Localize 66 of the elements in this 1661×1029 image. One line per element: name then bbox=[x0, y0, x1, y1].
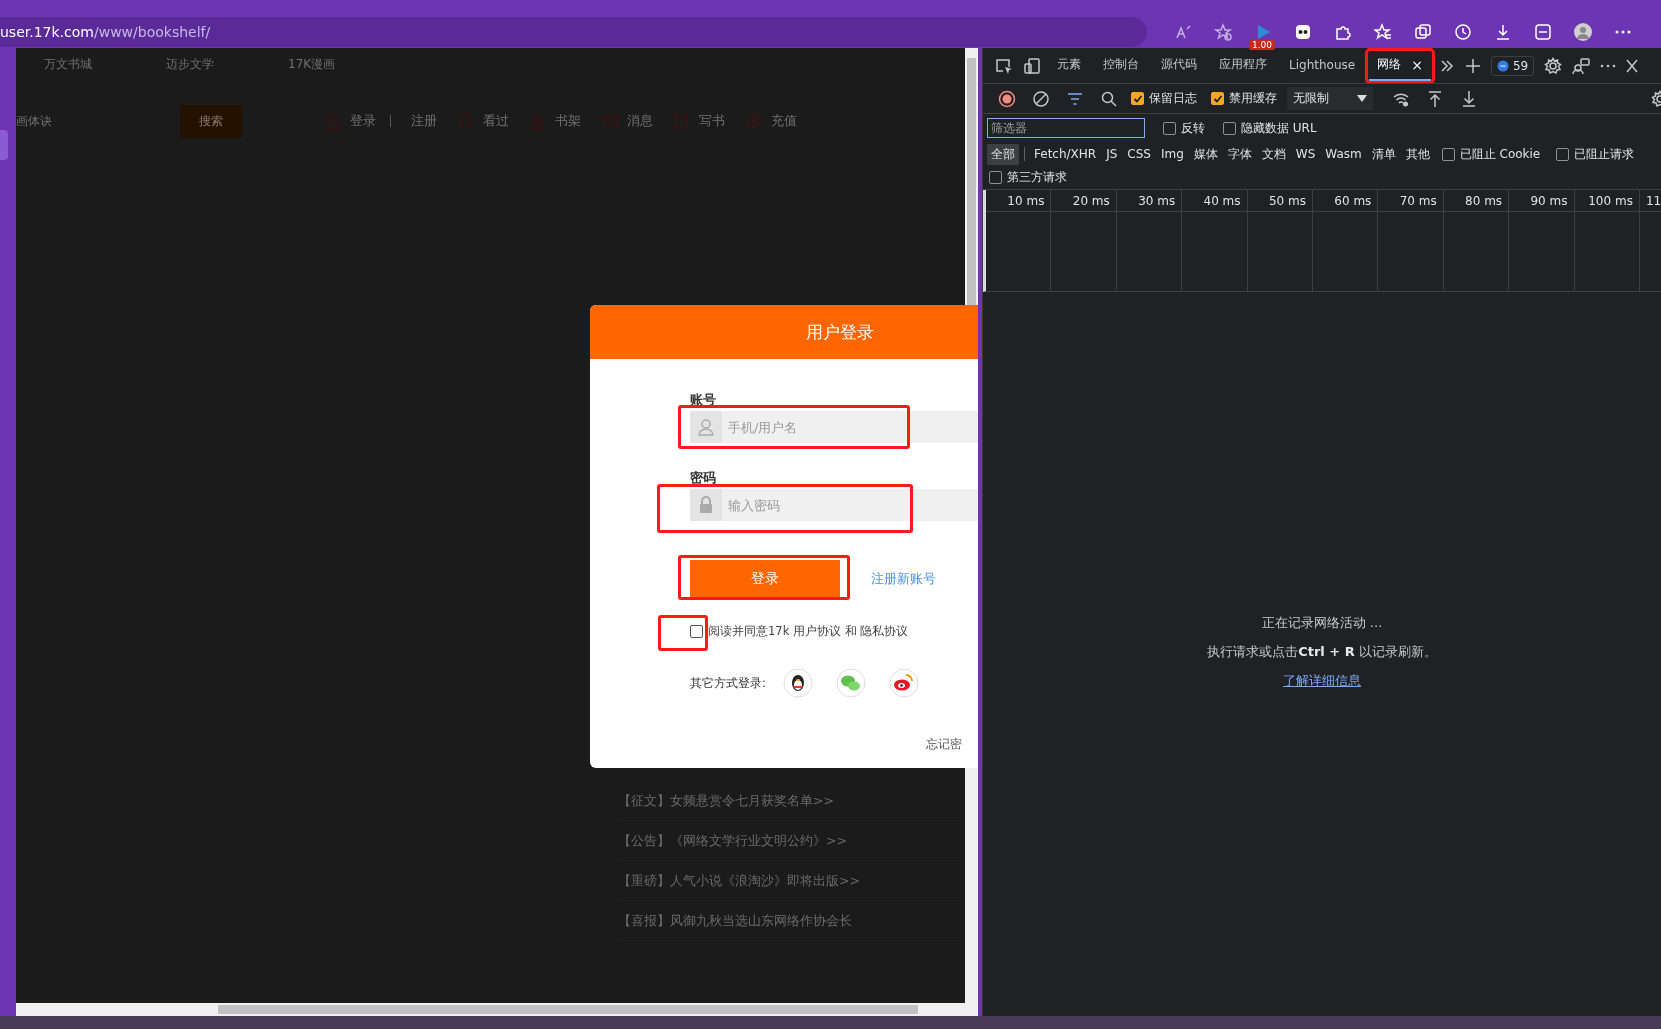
type-filter[interactable]: Img bbox=[1156, 145, 1188, 163]
checkbox-label: 反转 bbox=[1181, 119, 1205, 137]
hint-message: 执行请求或点击Ctrl + R 以记录刷新。 bbox=[1207, 643, 1437, 661]
timeline-tick: 80 ms bbox=[1443, 190, 1510, 211]
devtools-tab[interactable]: 网络 × bbox=[1369, 50, 1431, 81]
type-filter[interactable]: 全部 bbox=[987, 143, 1019, 165]
address-field[interactable]: user.17k.com/www/bookshelf/ bbox=[0, 16, 1147, 47]
type-filter[interactable]: Fetch/XHR bbox=[1030, 145, 1101, 163]
devtools-tab[interactable]: 元素 bbox=[1049, 50, 1089, 81]
checkbox-label: 保留日志 bbox=[1149, 90, 1197, 107]
timeline-tick: 70 ms bbox=[1378, 190, 1444, 211]
nav-link[interactable]: 迈步文学 bbox=[166, 56, 288, 88]
checkbox-label: 已阻止 Cookie bbox=[1459, 145, 1541, 163]
type-filter[interactable]: WS bbox=[1291, 145, 1320, 163]
search-button[interactable]: 搜索 bbox=[180, 104, 242, 138]
throttle-dropdown[interactable]: 无限制 bbox=[1287, 87, 1373, 110]
timeline-tick: 20 ms bbox=[1051, 190, 1117, 211]
agreement-text: 阅读并同意17k 用户协议 和 隐私协议 bbox=[708, 624, 909, 639]
timeline-tick: 60 ms bbox=[1312, 190, 1379, 211]
checkbox-label: 已阻止请求 bbox=[1574, 145, 1635, 163]
timeline-tick: 10 ms bbox=[986, 190, 1052, 211]
timeline-tick: 30 ms bbox=[1116, 190, 1183, 211]
issues-count: 59 bbox=[1512, 58, 1529, 73]
nav-link[interactable]: 17K漫画 bbox=[288, 56, 410, 88]
timeline-tick: 100 ms bbox=[1574, 190, 1640, 211]
type-filter[interactable]: 其他 bbox=[1401, 143, 1434, 165]
password-field[interactable]: 输入密码 bbox=[722, 489, 978, 521]
filter-field[interactable]: 筛选器 bbox=[987, 118, 1145, 138]
issues-counter[interactable]: 59 bbox=[1490, 55, 1535, 76]
type-filter[interactable]: 字体 bbox=[1223, 143, 1256, 165]
dialog-title: 用户登录 bbox=[806, 320, 874, 344]
timeline-tick: 40 ms bbox=[1182, 190, 1248, 211]
type-filter[interactable]: 媒体 bbox=[1189, 143, 1222, 165]
header-link[interactable]: 写书 bbox=[699, 112, 725, 130]
nav-link[interactable]: 万文书城 bbox=[44, 56, 166, 88]
register-link[interactable]: 注册新账号 bbox=[871, 570, 936, 588]
checkbox-label: 隐藏数据 URL bbox=[1241, 119, 1317, 137]
type-filter[interactable]: CSS bbox=[1123, 145, 1155, 163]
forgot-password-link[interactable]: 忘记密 bbox=[926, 737, 962, 752]
timeline-tick: 11 bbox=[1644, 193, 1661, 210]
checkbox-label: 禁用缓存 bbox=[1229, 90, 1277, 107]
checkbox-label: 第三方请求 bbox=[1007, 169, 1067, 186]
search-field[interactable]: 画体诀 bbox=[16, 112, 180, 130]
devtools-tab[interactable]: 控制台 bbox=[1095, 50, 1147, 81]
status-message: 正在记录网络活动 ... bbox=[1261, 614, 1383, 632]
close-tab-button[interactable]: × bbox=[1411, 56, 1423, 73]
other-login-label: 其它方式登录: bbox=[690, 675, 766, 691]
field-label: 密码 bbox=[690, 469, 717, 487]
header-link[interactable]: 充值 bbox=[771, 112, 797, 130]
timeline-tick: 50 ms bbox=[1247, 190, 1313, 211]
type-filter[interactable]: Wasm bbox=[1321, 145, 1366, 163]
type-filter[interactable]: JS bbox=[1102, 145, 1122, 163]
header-link[interactable]: 看过 bbox=[483, 112, 509, 130]
username-field[interactable]: 手机/用户名 bbox=[722, 411, 978, 443]
type-filter[interactable]: 文档 bbox=[1257, 143, 1290, 165]
learn-more-link[interactable]: 了解详细信息 bbox=[1283, 672, 1361, 690]
devtools-tab[interactable]: 源代码 bbox=[1153, 50, 1205, 81]
type-filter[interactable]: 清单 bbox=[1367, 143, 1400, 165]
header-link[interactable]: 消息 bbox=[627, 112, 653, 130]
header-link[interactable]: 登录 bbox=[350, 115, 391, 127]
header-link[interactable]: 注册 bbox=[411, 112, 437, 130]
header-link[interactable]: 书架 bbox=[555, 112, 581, 130]
devtools-tab[interactable]: 应用程序 bbox=[1211, 50, 1275, 81]
extension-badge: 1.00 bbox=[1249, 39, 1276, 50]
devtools-tab[interactable]: Lighthouse bbox=[1281, 50, 1364, 81]
timeline-tick: 90 ms bbox=[1509, 190, 1575, 211]
